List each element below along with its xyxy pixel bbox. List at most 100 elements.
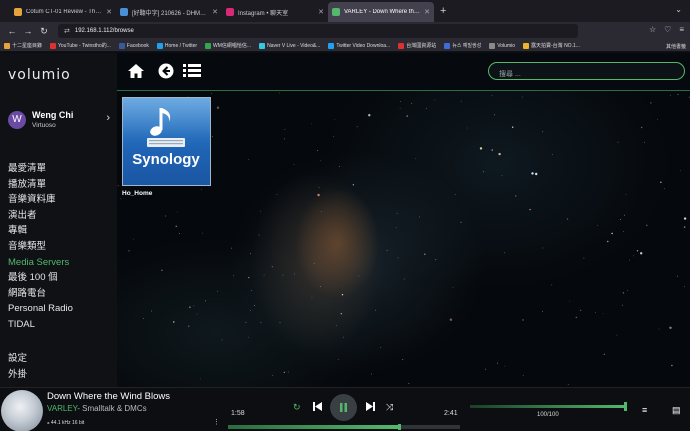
star xyxy=(624,214,625,216)
bookmark-item[interactable]: 뉴스 예빌쌍성 xyxy=(444,42,481,49)
star xyxy=(658,328,660,330)
browser-tab[interactable]: [好聽中字] 210626 - DHMYGIRL S✕ xyxy=(116,2,222,22)
star xyxy=(317,150,319,151)
back-icon[interactable]: ← xyxy=(4,26,20,36)
close-icon[interactable]: ✕ xyxy=(106,8,112,16)
chevron-right-icon[interactable]: › xyxy=(106,112,110,124)
star xyxy=(529,208,531,211)
star xyxy=(143,318,144,319)
star xyxy=(117,185,119,187)
sidebar-item[interactable]: 網路電台 xyxy=(8,286,73,302)
bookmark-item[interactable]: 露天拍賣-台灣 NO.1... xyxy=(523,42,580,49)
avatar: W xyxy=(8,110,26,129)
star xyxy=(466,127,468,129)
star xyxy=(485,368,487,370)
star xyxy=(498,152,501,156)
bookmark-label: Home / Twitter xyxy=(164,42,198,49)
forward-icon[interactable]: → xyxy=(20,26,36,36)
list-view-icon[interactable] xyxy=(183,63,201,82)
sidebar-item[interactable]: 音樂資料庫 xyxy=(8,192,73,208)
repeat-icon[interactable]: ↻ xyxy=(293,402,301,413)
pause-button[interactable] xyxy=(330,394,357,421)
star xyxy=(233,275,235,276)
sidebar-item[interactable]: 最愛清單 xyxy=(8,161,73,177)
close-icon[interactable]: ✕ xyxy=(424,8,430,16)
bookmark-item[interactable]: Volumio xyxy=(489,42,515,49)
star xyxy=(400,101,401,102)
bookmark-label: YouTube - Twinstho的... xyxy=(58,43,111,49)
next-icon[interactable] xyxy=(366,402,375,413)
new-tab-button[interactable]: + xyxy=(440,5,446,17)
other-bookmarks[interactable]: 其他書籤 xyxy=(666,43,686,50)
star xyxy=(396,213,398,214)
star xyxy=(633,255,634,257)
bookmark-item[interactable]: YouTube - Twinstho的... xyxy=(50,42,111,49)
star xyxy=(287,371,289,373)
album-name: - Smalltalk & DMCs xyxy=(77,404,147,413)
reload-icon[interactable]: ↻ xyxy=(36,26,52,37)
home-icon[interactable] xyxy=(127,63,145,84)
sidebar-item[interactable]: 演出者 xyxy=(8,208,73,224)
seek-handle[interactable] xyxy=(398,424,402,430)
star xyxy=(217,290,218,292)
star xyxy=(179,233,180,234)
bookmark-item[interactable]: Naver V Live - Video&... xyxy=(259,42,320,49)
sidebar-item[interactable]: Personal Radio xyxy=(8,301,73,317)
seek-bar[interactable] xyxy=(228,424,460,430)
previous-icon[interactable] xyxy=(313,402,322,413)
volume-slider[interactable] xyxy=(470,402,627,411)
sidebar-item[interactable]: Media Servers xyxy=(8,255,73,271)
sidebar-item[interactable]: 音樂類型 xyxy=(8,239,73,255)
sidebar-item[interactable]: 專輯 xyxy=(8,223,73,239)
media-server-tile[interactable]: Synology xyxy=(122,97,211,186)
sidebar-item[interactable]: 設定 xyxy=(8,351,27,367)
star xyxy=(343,336,344,338)
site-info-icon[interactable]: ⇄ xyxy=(64,27,70,35)
browser-tab[interactable]: Instagram • 聊天室 ✕ xyxy=(222,2,328,22)
more-options-icon[interactable]: ⋮ xyxy=(213,418,220,426)
bookmark-item[interactable]: Facebook xyxy=(118,42,149,49)
pocket-icon[interactable]: ♡ xyxy=(664,25,671,34)
shuffle-icon[interactable]: ⤨ xyxy=(386,402,393,413)
star xyxy=(250,310,251,311)
star xyxy=(579,309,582,312)
back-circle-icon[interactable] xyxy=(158,63,174,84)
star xyxy=(669,94,671,96)
close-icon[interactable]: ✕ xyxy=(318,8,324,16)
album-art[interactable] xyxy=(1,390,43,431)
star xyxy=(128,250,130,252)
volume-handle[interactable] xyxy=(624,402,627,411)
bookmark-item[interactable]: WM信網唱恰信... xyxy=(205,42,251,49)
volumio-logo[interactable]: volumio xyxy=(8,67,71,83)
sidebar-item[interactable]: 播放清單 xyxy=(8,177,73,193)
bookmark-item[interactable]: 台灣國資源站 xyxy=(398,42,436,49)
star xyxy=(636,250,639,252)
tab-overflow-icon[interactable]: ⌄ xyxy=(675,5,682,14)
user-profile[interactable]: W Weng Chi Virtuoso › xyxy=(8,110,112,129)
bookmark-favicon xyxy=(398,42,405,49)
library-icon[interactable]: ▤ xyxy=(672,405,681,416)
browser-tab[interactable]: Cotum CT-01 Review - The 21st Ce✕ xyxy=(10,2,116,22)
browser-tab[interactable]: VARLEY - Down Where the Wind B✕ xyxy=(328,2,434,22)
star xyxy=(249,253,251,255)
close-icon[interactable]: ✕ xyxy=(212,8,218,16)
sidebar-item[interactable]: TIDAL xyxy=(8,317,73,333)
bookmark-favicon xyxy=(118,42,125,49)
bookmark-item[interactable]: Twitter Video Downloa... xyxy=(328,42,390,49)
tab-list-icon[interactable] xyxy=(0,0,10,22)
sidebar-item[interactable]: 外掛 xyxy=(8,367,27,383)
user-role: Virtuoso xyxy=(32,122,56,129)
star xyxy=(567,384,569,385)
bookmark-star-icon[interactable]: ☆ xyxy=(649,25,656,34)
search-input[interactable] xyxy=(489,66,684,83)
queue-icon[interactable]: ≡ xyxy=(642,405,647,415)
tile-label[interactable]: Ho_Home xyxy=(122,190,152,197)
sidebar-item[interactable]: 最後 100 個 xyxy=(8,270,73,286)
address-field[interactable]: ⇄ 192.168.1.112/browse xyxy=(58,24,578,38)
star xyxy=(341,294,344,296)
star xyxy=(515,195,517,197)
menu-overflow-icon[interactable]: ≡ xyxy=(679,25,684,34)
bookmark-item[interactable]: 十二星座目錄 xyxy=(4,42,42,49)
bookmark-item[interactable]: Home / Twitter xyxy=(156,42,198,49)
star xyxy=(504,365,506,367)
